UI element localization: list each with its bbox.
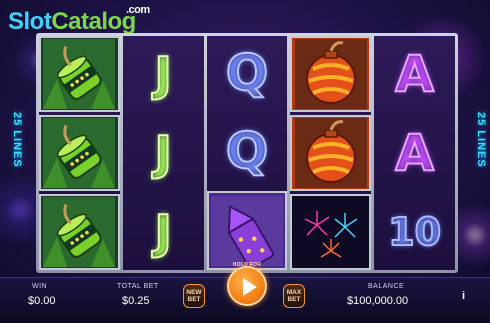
reel-2: J J J bbox=[122, 36, 204, 270]
symbol-a-text: A bbox=[394, 123, 435, 183]
firecracker-icon bbox=[43, 118, 116, 188]
reel-4 bbox=[290, 36, 372, 270]
symbol-j: J bbox=[123, 194, 204, 270]
symbol-j-text: J bbox=[154, 125, 173, 181]
win-value: $0.00 bbox=[28, 295, 56, 307]
symbol-fireworks-burst bbox=[290, 194, 372, 270]
symbol-q-text: Q bbox=[225, 121, 269, 181]
control-bar: WIN $0.00 TOTAL BET $0.25 NEW BET HOLD F… bbox=[0, 262, 490, 323]
rocket-icon bbox=[210, 195, 283, 266]
total-bet-value: $0.25 bbox=[122, 295, 150, 307]
spin-button[interactable] bbox=[227, 266, 267, 306]
bomb-icon bbox=[294, 39, 367, 109]
symbol-a-text: A bbox=[394, 44, 435, 104]
new-bet-button[interactable]: NEW BET bbox=[183, 284, 205, 308]
reels-grid: J J J Q Q A A 10 bbox=[39, 36, 455, 271]
play-icon bbox=[243, 278, 257, 296]
total-bet-label: TOTAL BET bbox=[117, 283, 159, 290]
symbol-bomb-orange bbox=[290, 36, 372, 112]
symbol-j-text: J bbox=[154, 204, 173, 260]
bomb-icon bbox=[294, 118, 367, 188]
firecracker-icon bbox=[43, 197, 116, 267]
reel-1 bbox=[39, 36, 120, 270]
symbol-10-text: 10 bbox=[387, 209, 442, 255]
symbol-firecracker-green bbox=[39, 36, 120, 112]
symbol-q-text: Q bbox=[225, 43, 269, 103]
symbol-firecracker-green bbox=[39, 194, 120, 270]
symbol-a: A bbox=[374, 36, 455, 112]
fireworks-icon bbox=[294, 197, 367, 267]
firecracker-icon bbox=[43, 39, 116, 109]
watermark-dotcom: .com bbox=[126, 4, 150, 16]
paylines-label-right: 25 LINES bbox=[475, 112, 487, 168]
symbol-j: J bbox=[123, 36, 204, 112]
slotcatalog-watermark: SlotCatalog .com bbox=[8, 4, 150, 36]
reel-frame: J J J Q Q A A 10 bbox=[36, 33, 458, 273]
symbol-q: Q bbox=[207, 36, 288, 111]
max-bet-button[interactable]: MAX BET bbox=[283, 284, 305, 308]
symbol-rocket-purple bbox=[206, 191, 288, 271]
watermark-catalog: Catalog bbox=[51, 8, 136, 35]
info-icon[interactable]: i bbox=[462, 290, 465, 302]
symbol-10: 10 bbox=[374, 194, 455, 270]
symbol-j-text: J bbox=[154, 46, 173, 102]
paylines-label-left: 25 LINES bbox=[11, 112, 23, 168]
symbol-bomb-orange bbox=[290, 115, 372, 191]
watermark-slot: Slot bbox=[8, 8, 52, 35]
symbol-q: Q bbox=[207, 114, 288, 189]
symbol-j: J bbox=[123, 115, 204, 191]
reel-5: A A 10 bbox=[374, 36, 455, 270]
symbol-a: A bbox=[374, 115, 455, 191]
balance-value: $100,000.00 bbox=[347, 295, 409, 307]
symbol-firecracker-green bbox=[39, 115, 120, 191]
win-label: WIN bbox=[32, 283, 48, 290]
reel-3: Q Q bbox=[206, 36, 288, 271]
balance-label: BALANCE bbox=[368, 283, 405, 290]
